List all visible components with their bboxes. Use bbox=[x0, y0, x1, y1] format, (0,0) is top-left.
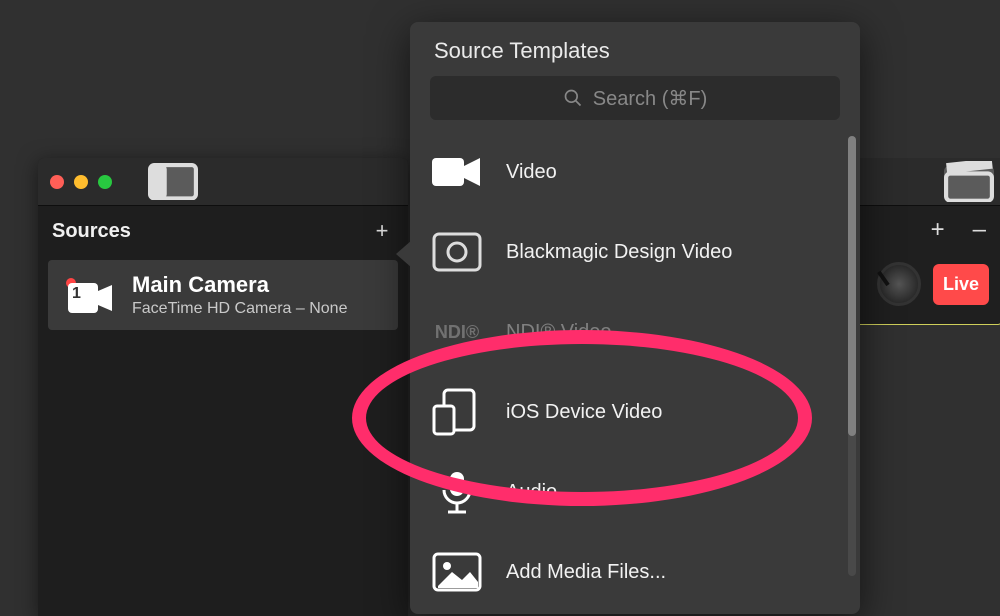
traffic-lights bbox=[50, 175, 112, 189]
level-knob[interactable] bbox=[877, 262, 921, 306]
source-text: Main Camera FaceTime HD Camera – None bbox=[132, 272, 347, 318]
popover-title: Source Templates bbox=[410, 38, 860, 76]
minimize-traffic-light[interactable] bbox=[74, 175, 88, 189]
template-ndi[interactable]: NDI® NDI® Video bbox=[430, 292, 852, 372]
template-ios-device[interactable]: iOS Device Video bbox=[430, 372, 852, 452]
sources-title: Sources bbox=[52, 220, 131, 243]
scrollbar-thumb[interactable] bbox=[848, 136, 856, 436]
template-blackmagic[interactable]: Blackmagic Design Video bbox=[430, 212, 852, 292]
template-video[interactable]: Video bbox=[430, 132, 852, 212]
capture-card-icon bbox=[430, 228, 484, 276]
source-subtitle: FaceTime HD Camera – None bbox=[132, 300, 347, 318]
live-button[interactable]: Live bbox=[933, 264, 989, 305]
sources-header: Sources + bbox=[38, 206, 408, 254]
camera-icon: 1 bbox=[68, 279, 114, 317]
search-icon bbox=[563, 88, 583, 108]
camera-badge-number: 1 bbox=[72, 285, 81, 303]
video-icon bbox=[430, 148, 484, 196]
template-label: Audio bbox=[506, 481, 557, 504]
panel-icon bbox=[148, 163, 198, 201]
titlebar bbox=[38, 158, 408, 206]
template-label: Video bbox=[506, 161, 557, 184]
toolbar-layout-button[interactable] bbox=[148, 166, 198, 198]
toolbar-scene-button[interactable] bbox=[944, 166, 994, 198]
add-source-button[interactable]: + bbox=[370, 218, 394, 244]
image-icon bbox=[430, 548, 484, 596]
plus-minus-row: + – bbox=[846, 206, 1000, 254]
right-panel: + – Live bbox=[846, 158, 1000, 325]
search-input[interactable]: Search (⌘F) bbox=[430, 76, 840, 120]
microphone-icon bbox=[430, 468, 484, 516]
add-button[interactable]: + bbox=[931, 216, 945, 244]
template-list: Video Blackmagic Design Video NDI® NDI® … bbox=[410, 128, 860, 614]
right-titlebar bbox=[846, 158, 1000, 206]
clapper-icon bbox=[944, 161, 994, 203]
template-label: Add Media Files... bbox=[506, 561, 666, 584]
source-title: Main Camera bbox=[132, 272, 347, 298]
template-label: NDI® Video bbox=[506, 321, 612, 344]
live-controls: Live bbox=[850, 254, 1000, 325]
template-label: Blackmagic Design Video bbox=[506, 241, 732, 264]
ios-device-icon bbox=[430, 388, 484, 436]
template-label: iOS Device Video bbox=[506, 401, 662, 424]
template-audio[interactable]: Audio bbox=[430, 452, 852, 532]
source-templates-popover: Source Templates Search (⌘F) Video bbox=[410, 22, 860, 614]
template-media-files[interactable]: Add Media Files... bbox=[430, 532, 852, 612]
remove-button[interactable]: – bbox=[973, 216, 986, 244]
close-traffic-light[interactable] bbox=[50, 175, 64, 189]
zoom-traffic-light[interactable] bbox=[98, 175, 112, 189]
search-placeholder: Search (⌘F) bbox=[593, 86, 707, 111]
source-row[interactable]: 1 Main Camera FaceTime HD Camera – None bbox=[48, 260, 398, 330]
ndi-icon: NDI® bbox=[430, 308, 484, 356]
sources-window: Sources + 1 Main Camera FaceTime HD Came… bbox=[38, 158, 408, 616]
